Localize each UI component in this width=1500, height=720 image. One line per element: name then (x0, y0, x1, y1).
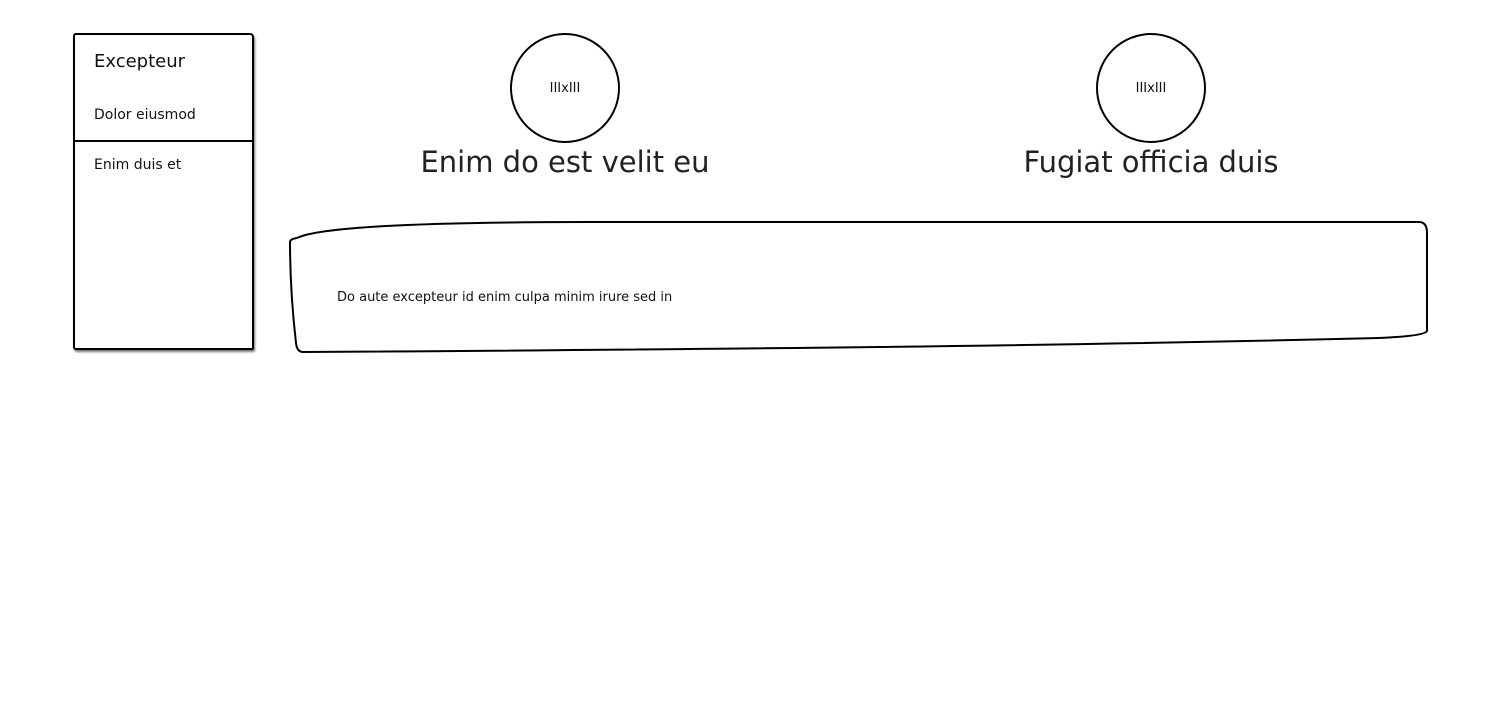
profile-card-right: IIIxIII Fugiat officia duis (981, 33, 1321, 179)
profile-name-left: Enim do est velit eu (420, 145, 710, 179)
panel-text: Do aute excepteur id enim culpa minim ir… (337, 290, 673, 305)
page: Excepteur Dolor eiusmod Enim duis et III… (0, 0, 1500, 720)
profile-card-left: IIIxIII Enim do est velit eu (395, 33, 735, 179)
profile-name-right: Fugiat officia duis (1023, 145, 1279, 179)
sidebar-card: Excepteur Dolor eiusmod Enim duis et (73, 33, 254, 350)
avatar-placeholder-label: IIIxIII (1135, 80, 1167, 96)
text-panel-outline (289, 221, 1428, 353)
sidebar-divider (73, 140, 254, 142)
sidebar-item-dolor-eiusmod[interactable]: Dolor eiusmod (94, 107, 196, 123)
avatar-placeholder-left: IIIxIII (510, 33, 620, 143)
avatar-placeholder-label: IIIxIII (549, 80, 581, 96)
sidebar-item-enim-duis-et[interactable]: Enim duis et (94, 157, 181, 173)
text-panel: Do aute excepteur id enim culpa minim ir… (289, 221, 1428, 353)
avatar-placeholder-right: IIIxIII (1096, 33, 1206, 143)
sidebar-title: Excepteur (94, 51, 186, 72)
